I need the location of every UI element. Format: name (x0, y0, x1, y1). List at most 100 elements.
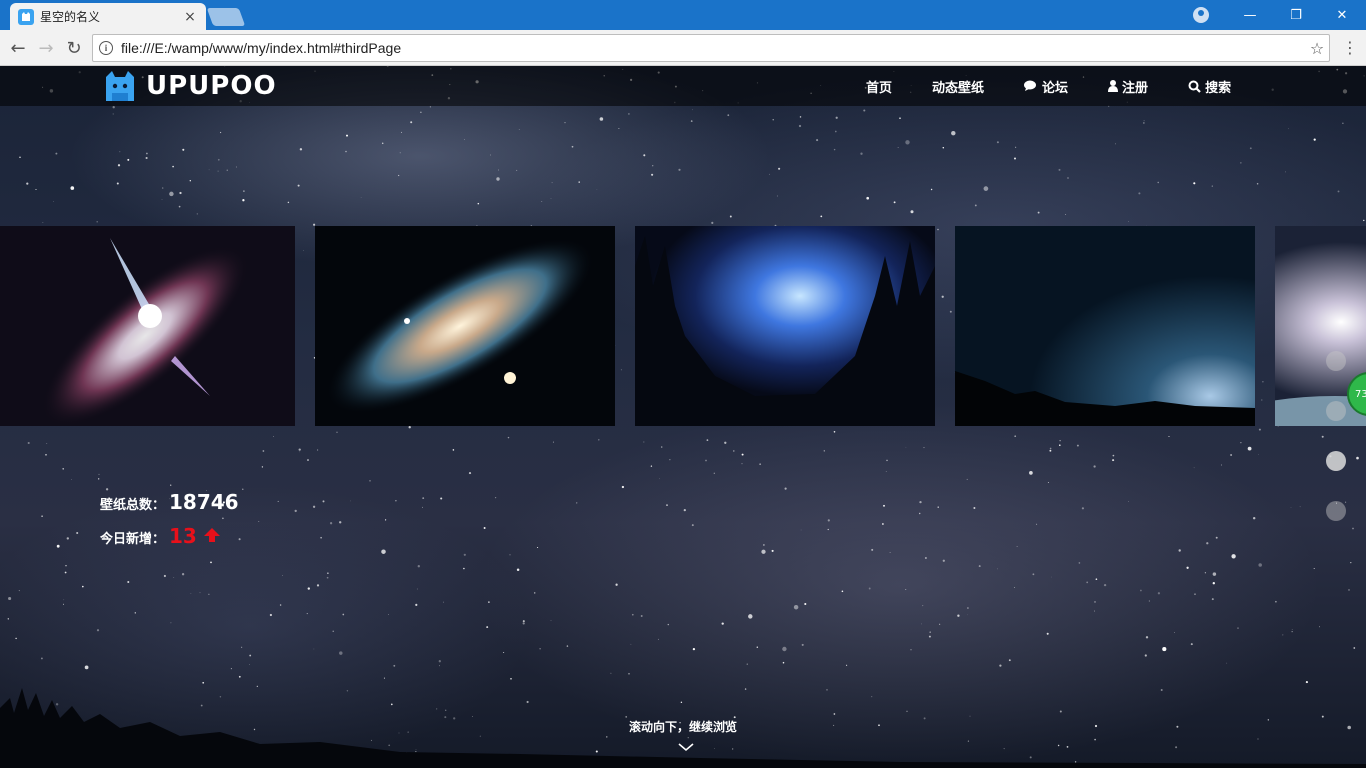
slide-mountain-horizon[interactable] (955, 226, 1255, 426)
star (1204, 572, 1207, 574)
star (1174, 631, 1175, 633)
profile-icon[interactable] (1193, 7, 1209, 23)
star (1148, 600, 1150, 602)
star (287, 201, 290, 204)
star (18, 590, 20, 592)
star (277, 500, 279, 502)
browser-toolbar: ← → ↻ i file:///E:/wamp/www/my/index.htm… (0, 30, 1366, 66)
browser-tab[interactable]: 星空的名义 × (10, 3, 206, 30)
star (741, 453, 744, 456)
close-window-button[interactable]: ✕ (1319, 0, 1365, 30)
star (643, 154, 646, 157)
minimize-button[interactable]: — (1227, 0, 1273, 30)
site-logo[interactable]: UPUPOO (104, 71, 277, 101)
star (1348, 588, 1350, 591)
star (443, 601, 444, 603)
page-viewport: UPUPOO 首页 动态壁纸 论坛 注册 搜索 壁纸总数： 18746 今日新增… (0, 66, 1366, 768)
star (691, 524, 694, 527)
slide-blue-forest-nebula[interactable] (635, 226, 935, 426)
star (269, 613, 273, 617)
star (329, 522, 333, 525)
star (939, 623, 941, 625)
restore-button[interactable]: ❐ (1273, 0, 1319, 30)
star (669, 459, 671, 461)
star (307, 459, 309, 461)
star (924, 557, 927, 559)
address-text[interactable]: file:///E:/wamp/www/my/index.html#thirdP… (121, 40, 1305, 56)
page-dot-3[interactable] (1326, 451, 1346, 471)
star (62, 603, 65, 605)
bookmark-star-icon[interactable]: ☆ (1305, 39, 1329, 58)
star (408, 426, 411, 429)
nav-forum-label: 论坛 (1042, 80, 1069, 96)
star (683, 508, 686, 512)
nav-home[interactable]: 首页 (866, 77, 892, 96)
nav-live-wallpaper[interactable]: 动态壁纸 (932, 77, 984, 96)
star (316, 584, 320, 587)
star (19, 156, 21, 159)
address-bar[interactable]: i file:///E:/wamp/www/my/index.html#thir… (92, 34, 1330, 62)
star (942, 559, 945, 562)
star (1186, 566, 1189, 569)
galaxy-jet-image (0, 226, 295, 426)
tab-close-icon[interactable]: × (182, 9, 198, 25)
slide-galaxy-jet[interactable] (0, 226, 295, 426)
star (596, 189, 598, 190)
star (399, 152, 401, 154)
nav-forum[interactable]: 论坛 (1024, 77, 1068, 96)
star (905, 446, 907, 448)
star (666, 504, 668, 506)
star (1212, 582, 1215, 585)
nav-register[interactable]: 注册 (1108, 77, 1148, 96)
star (1230, 454, 1233, 456)
star (350, 500, 351, 502)
back-button[interactable]: ← (6, 36, 30, 60)
star (1291, 631, 1293, 633)
star (342, 613, 345, 616)
star (496, 177, 500, 181)
page-dot-1[interactable] (1326, 351, 1346, 371)
star (860, 152, 863, 155)
star (294, 509, 297, 513)
star (1256, 182, 1259, 185)
forward-button[interactable]: → (34, 36, 58, 60)
star (1258, 563, 1262, 567)
star (905, 140, 910, 145)
star (798, 124, 802, 128)
page-dot-4[interactable] (1326, 501, 1346, 521)
browser-menu-icon[interactable]: ⋮ (1342, 38, 1358, 57)
star (816, 139, 819, 142)
star (910, 649, 912, 651)
star (756, 646, 759, 648)
page-dot-2[interactable] (1326, 401, 1346, 421)
star (885, 471, 887, 473)
star (388, 614, 389, 615)
star (463, 553, 466, 556)
star (863, 109, 866, 112)
star (208, 169, 210, 171)
star (705, 459, 707, 462)
star (273, 436, 274, 437)
reload-button[interactable]: ↻ (62, 36, 86, 60)
star (1285, 171, 1286, 173)
star (1128, 221, 1129, 222)
star (571, 145, 574, 148)
star (1046, 632, 1049, 635)
nav-search[interactable]: 搜索 (1188, 77, 1231, 96)
star (235, 166, 237, 168)
star (161, 187, 164, 189)
chevron-down-icon[interactable] (678, 742, 694, 752)
star (1128, 501, 1129, 502)
site-info-icon[interactable]: i (99, 41, 113, 55)
total-wallpapers-label: 壁纸总数： (100, 498, 166, 513)
star (997, 568, 998, 570)
star (199, 592, 201, 594)
new-tab-button[interactable] (206, 8, 246, 26)
star (1356, 456, 1359, 460)
site-nav: 首页 动态壁纸 论坛 注册 搜索 (866, 66, 1271, 106)
star (210, 561, 212, 564)
star (410, 121, 413, 124)
slide-spiral-galaxy[interactable] (315, 226, 615, 426)
star (537, 546, 539, 549)
star (889, 552, 891, 554)
